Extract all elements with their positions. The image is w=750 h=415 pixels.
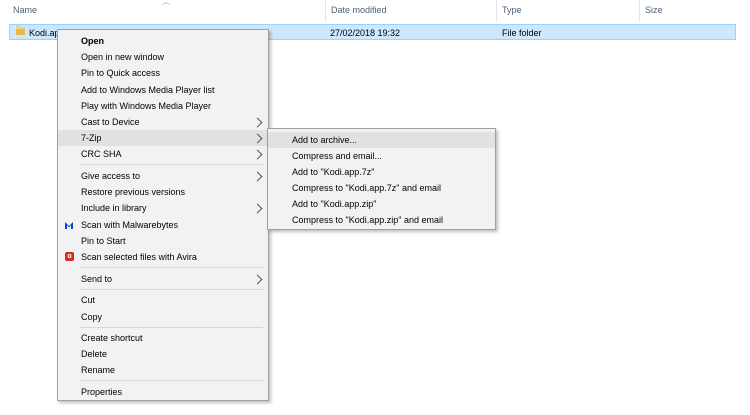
menu-item-label: Include in library bbox=[81, 203, 147, 213]
folder-icon bbox=[16, 25, 25, 35]
column-size-header[interactable]: Size bbox=[639, 0, 745, 22]
menu-item-label: 7-Zip bbox=[81, 133, 102, 143]
column-date-header[interactable]: Date modified bbox=[325, 0, 502, 22]
menu-item-copy[interactable]: Copy bbox=[58, 309, 268, 325]
file-name: Kodi.ap bbox=[29, 28, 60, 38]
menu-item-send-to[interactable]: Send to bbox=[58, 271, 268, 287]
column-date-label: Date modified bbox=[331, 5, 387, 15]
menu-item-cast-to-device[interactable]: Cast to Device bbox=[58, 114, 268, 130]
context-menu: Open Open in new window Pin to Quick acc… bbox=[57, 29, 269, 401]
chevron-right-icon bbox=[252, 117, 263, 128]
menu-separator bbox=[80, 327, 263, 328]
chevron-right-icon bbox=[252, 274, 263, 285]
submenu-item-add-7z[interactable]: Add to "Kodi.app.7z" bbox=[268, 164, 495, 180]
chevron-right-icon bbox=[252, 149, 263, 160]
menu-item-give-access[interactable]: Give access to bbox=[58, 168, 268, 184]
file-date-modified: 27/02/2018 19:32 bbox=[330, 28, 401, 38]
menu-item-properties[interactable]: Properties bbox=[58, 384, 268, 400]
menu-item-add-wmp-list[interactable]: Add to Windows Media Player list bbox=[58, 82, 268, 98]
menu-item-scan-avira[interactable]: ɑ Scan selected files with Avira bbox=[58, 249, 268, 265]
menu-item-crc-sha[interactable]: CRC SHA bbox=[58, 146, 268, 162]
menu-item-label: Give access to bbox=[81, 171, 141, 181]
submenu-item-compress-email[interactable]: Compress and email... bbox=[268, 148, 495, 164]
submenu-item-add-zip[interactable]: Add to "Kodi.app.zip" bbox=[268, 196, 495, 212]
malwarebytes-icon bbox=[65, 222, 73, 229]
menu-item-delete[interactable]: Delete bbox=[58, 346, 268, 362]
menu-item-cut[interactable]: Cut bbox=[58, 292, 268, 308]
menu-item-pin-quick-access[interactable]: Pin to Quick access bbox=[58, 65, 268, 81]
menu-item-rename[interactable]: Rename bbox=[58, 362, 268, 378]
submenu-item-compress-7z-email[interactable]: Compress to "Kodi.app.7z" and email bbox=[268, 180, 495, 196]
menu-item-open[interactable]: Open bbox=[58, 33, 268, 49]
chevron-right-icon bbox=[252, 171, 263, 182]
menu-separator bbox=[80, 267, 263, 268]
menu-item-label: Send to bbox=[81, 274, 113, 284]
menu-item-pin-start[interactable]: Pin to Start bbox=[58, 233, 268, 249]
menu-separator bbox=[80, 164, 263, 165]
submenu-item-add-archive[interactable]: Add to archive... bbox=[268, 132, 495, 148]
menu-separator bbox=[80, 380, 263, 381]
menu-item-open-new-window[interactable]: Open in new window bbox=[58, 49, 268, 65]
menu-item-label: Scan selected files with Avira bbox=[81, 252, 197, 262]
column-size-label: Size bbox=[645, 5, 663, 15]
menu-item-include-library[interactable]: Include in library bbox=[58, 200, 268, 216]
menu-item-label: CRC SHA bbox=[81, 149, 122, 159]
column-type-label: Type bbox=[502, 5, 522, 15]
column-type-header[interactable]: Type bbox=[496, 0, 645, 22]
submenu-item-compress-zip-email[interactable]: Compress to "Kodi.app.zip" and email bbox=[268, 212, 495, 228]
column-name-label: Name bbox=[13, 5, 38, 15]
menu-item-scan-malwarebytes[interactable]: Scan with Malwarebytes bbox=[58, 217, 268, 233]
file-type: File folder bbox=[502, 28, 542, 38]
menu-item-create-shortcut[interactable]: Create shortcut bbox=[58, 330, 268, 346]
menu-item-label: Cast to Device bbox=[81, 117, 140, 127]
avira-icon: ɑ bbox=[65, 252, 74, 261]
chevron-right-icon bbox=[252, 133, 263, 144]
column-name-header[interactable]: Name bbox=[7, 0, 331, 22]
menu-item-restore-versions[interactable]: Restore previous versions bbox=[58, 184, 268, 200]
menu-separator bbox=[80, 289, 263, 290]
menu-item-7zip[interactable]: 7-Zip bbox=[58, 130, 268, 146]
menu-item-play-wmp[interactable]: Play with Windows Media Player bbox=[58, 98, 268, 114]
menu-item-label: Scan with Malwarebytes bbox=[81, 220, 179, 230]
column-header: ︿ Name Date modified Type Size bbox=[0, 0, 750, 22]
submenu-7zip: Add to archive... Compress and email... … bbox=[267, 128, 496, 230]
chevron-right-icon bbox=[252, 203, 263, 214]
